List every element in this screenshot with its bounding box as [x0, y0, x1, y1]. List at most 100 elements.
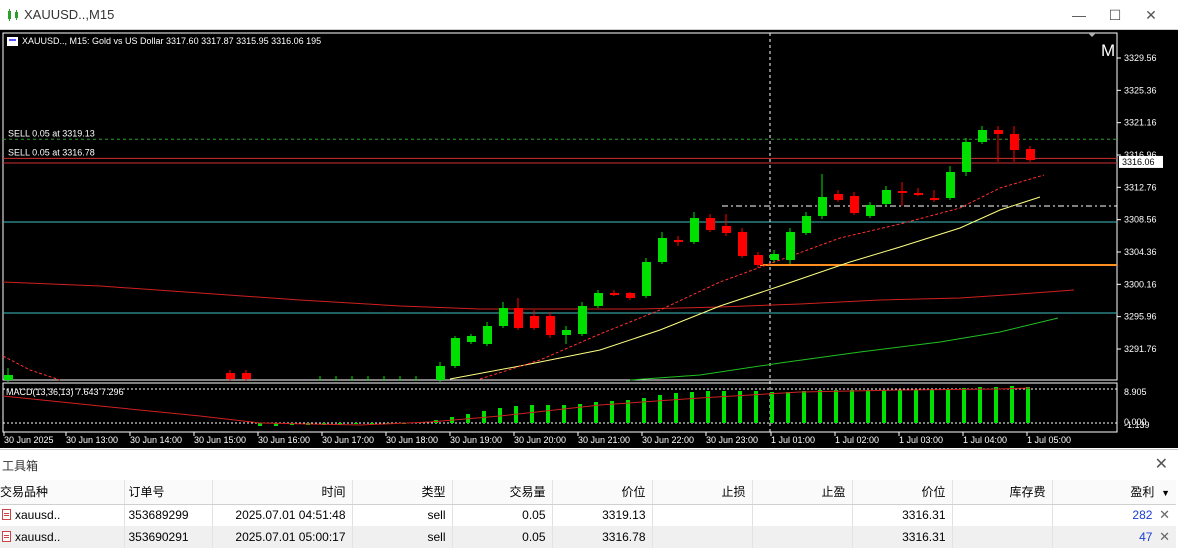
- profit-value: 282: [1132, 508, 1153, 523]
- macd-bar: [370, 423, 374, 424]
- table-row[interactable]: xauusd.. 353689299 2025.07.01 04:51:48 s…: [0, 504, 1176, 526]
- candle-bear: [610, 293, 619, 295]
- time-axis-label: 1 Jul 01:00: [771, 435, 815, 445]
- cell-symbol: xauusd..: [0, 504, 125, 526]
- candle-bull: [562, 330, 571, 335]
- cell-time: 2025.07.01 04:51:48: [212, 504, 353, 526]
- macd-bar: [946, 390, 950, 423]
- time-axis-label: 1 Jul 03:00: [899, 435, 943, 445]
- macd-bar: [866, 390, 870, 423]
- macd-bar: [978, 387, 982, 423]
- symbol-text: xauusd..: [15, 530, 61, 544]
- order-icon: [2, 509, 11, 521]
- col-profit[interactable]: 盈利 ▼: [1052, 480, 1176, 505]
- toolbox-close-button[interactable]: ✕: [1155, 454, 1168, 474]
- cell-order: 353690291: [124, 526, 213, 548]
- macd-bar: [754, 391, 758, 423]
- candle-bull: [786, 232, 795, 260]
- macd-bar: [530, 405, 534, 423]
- cell-stop-loss[interactable]: [652, 504, 753, 526]
- current-price-label: 3316.06: [1122, 157, 1155, 167]
- candle-bear: [930, 198, 939, 200]
- macd-bar: [802, 391, 806, 423]
- cell-swap: [952, 526, 1053, 548]
- minimize-button[interactable]: —: [1069, 6, 1089, 24]
- col-volume[interactable]: 交易量: [452, 480, 553, 505]
- col-time[interactable]: 时间: [212, 480, 353, 505]
- col-stop-loss[interactable]: 止损: [652, 480, 753, 505]
- col-take-profit[interactable]: 止盈: [752, 480, 853, 505]
- cell-take-profit[interactable]: [752, 526, 853, 548]
- candle-bull: [690, 218, 699, 242]
- col-price[interactable]: 价位: [852, 480, 953, 505]
- col-symbol[interactable]: 交易品种: [0, 480, 125, 505]
- macd-bar: [914, 390, 918, 423]
- close-order-icon[interactable]: ✕: [1159, 529, 1170, 544]
- candle-bear: [546, 316, 555, 335]
- maximize-button[interactable]: ☐: [1105, 6, 1125, 24]
- candle-bear: [722, 226, 731, 233]
- cell-profit: 282 ✕: [1052, 504, 1176, 526]
- macd-bar: [850, 390, 854, 423]
- candle-bull: [978, 130, 987, 142]
- candle-bull: [642, 262, 651, 296]
- candle-bear: [754, 255, 763, 265]
- time-axis-label: 30 Jun 18:00: [386, 435, 438, 445]
- macd-bar: [770, 392, 774, 423]
- macd-bar: [834, 390, 838, 423]
- candle-bull: [818, 197, 827, 216]
- chart-canvas[interactable]: 3329.563325.363321.163316.963312.763308.…: [0, 30, 1178, 448]
- candle-bull: [866, 205, 875, 216]
- price-axis-label: 3312.76: [1124, 182, 1157, 192]
- macd-bar: [562, 405, 566, 423]
- chart-header: XAUUSD.., M15: Gold vs US Dollar 3317.60…: [22, 36, 321, 46]
- sort-desc-icon: ▼: [1161, 488, 1170, 499]
- candlestick-icon: [8, 9, 18, 21]
- time-axis-label: 30 Jun 2025: [4, 435, 54, 445]
- order-label: SELL 0.05 at 3316.78: [8, 147, 95, 157]
- cell-time: 2025.07.01 05:00:17: [212, 526, 353, 548]
- time-axis-label: 30 Jun 16:00: [258, 435, 310, 445]
- macd-bar: [722, 391, 726, 423]
- time-axis-label: 30 Jun 14:00: [130, 435, 182, 445]
- cell-price: 3316.31: [852, 526, 953, 548]
- close-window-button[interactable]: ✕: [1141, 6, 1161, 24]
- table-row[interactable]: xauusd.. 353690291 2025.07.01 05:00:17 s…: [0, 526, 1176, 548]
- candle-bear: [242, 373, 251, 379]
- close-order-icon[interactable]: ✕: [1159, 507, 1170, 522]
- price-axis-label: 3295.96: [1124, 312, 1157, 322]
- col-order[interactable]: 订单号: [124, 480, 213, 505]
- candle-bear: [898, 191, 907, 193]
- col-open-price[interactable]: 价位: [552, 480, 653, 505]
- candle-bull: [946, 172, 955, 198]
- ma-long-line: [629, 317, 1059, 381]
- candle-bear: [1026, 149, 1035, 160]
- candle-bull: [451, 338, 460, 366]
- price-axis-label: 3291.76: [1124, 344, 1157, 354]
- cell-volume: 0.05: [452, 504, 553, 526]
- price-chart[interactable]: 3329.56 3325.36 3321.16 3316.96 3312.76 3308.…: [0, 30, 1178, 448]
- candle-bear: [914, 193, 923, 195]
- candle-bull: [499, 308, 508, 326]
- price-axis-label: 3325.36: [1124, 85, 1157, 95]
- toolbox-panel: 工具箱 ✕ 交易品种 订单号 时间 类型 交易量 价位 止损 止盈 价位 库存费…: [0, 449, 1178, 549]
- macd-axis-label: 8.905: [1124, 387, 1147, 397]
- macd-bar: [658, 395, 662, 423]
- cell-stop-loss[interactable]: [652, 526, 753, 548]
- time-axis-label: 30 Jun 19:00: [450, 435, 502, 445]
- macd-bar: [994, 387, 998, 423]
- col-type[interactable]: 类型: [352, 480, 453, 505]
- macd-bar: [898, 390, 902, 423]
- signal-m-badge: M: [1101, 41, 1115, 60]
- price-axis-label: 3321.16: [1124, 118, 1157, 128]
- cell-swap: [952, 504, 1053, 526]
- cell-type: sell: [352, 526, 453, 548]
- order-label: SELL 0.05 at 3319.13: [8, 128, 95, 138]
- candle-bull: [962, 142, 971, 172]
- col-swap[interactable]: 库存费: [952, 480, 1053, 505]
- price-axis-label: 3308.56: [1124, 215, 1157, 225]
- time-axis-label: 30 Jun 20:00: [514, 435, 566, 445]
- cell-take-profit[interactable]: [752, 504, 853, 526]
- cell-symbol: xauusd..: [0, 526, 125, 548]
- time-axis-label: 1 Jul 05:00: [1027, 435, 1071, 445]
